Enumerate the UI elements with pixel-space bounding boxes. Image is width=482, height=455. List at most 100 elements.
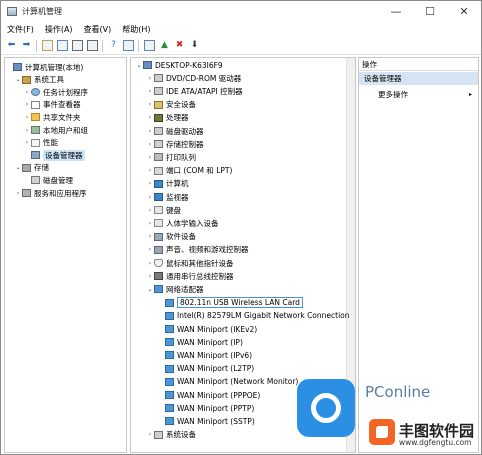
tree-item-label: 本地用户和组: [43, 125, 88, 135]
console-tree-item[interactable]: 磁盘管理: [23, 174, 73, 186]
menu-help[interactable]: 帮助(H): [122, 24, 150, 35]
computer-icon: [13, 63, 22, 71]
device-tree-item[interactable]: ⌄ DESKTOP-K63I6F9: [135, 59, 222, 71]
menu-view[interactable]: 查看(V): [84, 24, 112, 35]
drive-icon: [154, 140, 163, 149]
device-tree-item[interactable]: › 端口 (COM 和 LPT): [146, 165, 233, 177]
chevron-right-icon[interactable]: ›: [146, 88, 154, 95]
chevron-right-icon[interactable]: ›: [146, 128, 154, 135]
watermark-brand: PConline: [365, 383, 431, 401]
console-tree-item[interactable]: › 任务计划程序: [23, 86, 88, 98]
console-tree-item[interactable]: › 本地用户和组: [23, 124, 88, 136]
tree-item-label: 存储: [34, 163, 49, 173]
close-button[interactable]: ✕: [447, 1, 481, 21]
device-tree-item[interactable]: › 监视器: [146, 191, 189, 203]
device-tree-item[interactable]: › 打印队列: [146, 151, 196, 163]
device-tree-item[interactable]: › 鼠标和其他指针设备: [146, 257, 234, 269]
device-tree-item[interactable]: › 系统设备: [146, 429, 196, 441]
export-icon[interactable]: [87, 40, 98, 51]
device-tree-item[interactable]: › 声音、视频和游戏控制器: [146, 244, 249, 256]
chevron-right-icon[interactable]: ›: [23, 89, 31, 96]
disk-icon: [31, 176, 40, 185]
update-driver-icon[interactable]: ▲: [159, 40, 170, 51]
properties-icon[interactable]: [72, 40, 83, 51]
device-tree-item[interactable]: WAN Miniport (PPTP): [157, 402, 254, 414]
up-folder-icon[interactable]: [42, 40, 53, 51]
show-hide-tree-icon[interactable]: [57, 40, 68, 51]
menu-file[interactable]: 文件(F): [7, 24, 34, 35]
chevron-down-icon[interactable]: ⌄: [135, 62, 143, 69]
chevron-right-icon[interactable]: ›: [146, 233, 154, 240]
tree-item-label: 磁盘驱动器: [166, 126, 204, 136]
device-tree-item[interactable]: › 通用串行总线控制器: [146, 270, 234, 282]
chevron-right-icon[interactable]: ›: [146, 260, 154, 267]
chevron-right-icon[interactable]: ›: [23, 139, 31, 146]
chevron-right-icon[interactable]: ›: [146, 114, 154, 121]
menu-action[interactable]: 操作(A): [45, 24, 73, 35]
device-tree-item[interactable]: 802.11n USB Wireless LAN Card: [157, 297, 303, 309]
net-icon: [165, 311, 174, 320]
chevron-right-icon[interactable]: ›: [146, 101, 154, 108]
back-arrow-icon[interactable]: ⬅: [6, 40, 17, 51]
console-tree-item[interactable]: ⌄ 系统工具: [14, 74, 64, 86]
device-tree-item[interactable]: › 处理器: [146, 112, 189, 124]
chevron-right-icon[interactable]: ›: [146, 431, 154, 438]
chevron-down-icon[interactable]: ⌄: [146, 286, 154, 293]
scan-hardware-icon[interactable]: [144, 40, 155, 51]
device-tree-item[interactable]: WAN Miniport (PPPOE): [157, 389, 260, 401]
chevron-right-icon[interactable]: ›: [146, 167, 154, 174]
chevron-right-icon[interactable]: ›: [146, 246, 154, 253]
perf-icon: [31, 138, 40, 147]
chevron-right-icon[interactable]: ›: [146, 75, 154, 82]
device-tree-item[interactable]: WAN Miniport (IP): [157, 336, 243, 348]
device-tree-item[interactable]: › DVD/CD-ROM 驱动器: [146, 72, 241, 84]
help-icon[interactable]: ?: [108, 40, 119, 51]
device-tree-item[interactable]: › IDE ATA/ATAPI 控制器: [146, 85, 243, 97]
console-tree-item[interactable]: › 事件查看器: [23, 99, 81, 111]
maximize-button[interactable]: ☐: [413, 1, 447, 21]
chevron-right-icon[interactable]: ›: [146, 194, 154, 201]
device-tree-item[interactable]: › 安全设备: [146, 99, 196, 111]
chevron-down-icon[interactable]: ⌄: [14, 164, 22, 171]
device-tree-item[interactable]: WAN Miniport (Network Monitor): [157, 376, 298, 388]
tree-item-label: IDE ATA/ATAPI 控制器: [166, 86, 243, 96]
action-view-icon[interactable]: [123, 40, 134, 51]
device-tree-item[interactable]: ⌄ 网络适配器: [146, 283, 203, 295]
chevron-right-icon[interactable]: ›: [23, 114, 31, 121]
uninstall-icon[interactable]: ✖: [174, 40, 185, 51]
net-icon: [165, 404, 174, 413]
console-tree-item[interactable]: 计算机管理(本地): [5, 61, 83, 73]
device-tree-item[interactable]: WAN Miniport (IPv6): [157, 349, 252, 361]
console-tree-item[interactable]: › 共享文件夹: [23, 111, 81, 123]
chevron-right-icon[interactable]: ›: [146, 207, 154, 214]
chevron-right-icon[interactable]: ›: [23, 127, 31, 134]
device-tree-item[interactable]: › 人体学输入设备: [146, 217, 219, 229]
more-actions-item[interactable]: 更多操作 ▸: [359, 88, 478, 100]
device-tree-item[interactable]: › 存储控制器: [146, 138, 204, 150]
forward-arrow-icon[interactable]: ➡: [21, 40, 32, 51]
chevron-right-icon[interactable]: ›: [14, 190, 22, 197]
enable-device-icon[interactable]: ⬇: [189, 40, 200, 51]
device-tree-item[interactable]: WAN Miniport (IKEv2): [157, 323, 257, 335]
chevron-down-icon[interactable]: ⌄: [14, 76, 22, 83]
tree-item-label: 安全设备: [166, 100, 196, 110]
device-tree-item[interactable]: › 计算机: [146, 178, 189, 190]
device-tree-item[interactable]: Intel(R) 82579LM Gigabit Network Connect…: [157, 310, 350, 322]
chevron-right-icon[interactable]: ›: [146, 220, 154, 227]
console-tree-item[interactable]: › 性能: [23, 137, 58, 149]
device-tree-item[interactable]: WAN Miniport (L2TP): [157, 363, 254, 375]
chevron-right-icon[interactable]: ›: [146, 141, 154, 148]
chevron-right-icon[interactable]: ›: [23, 101, 31, 108]
minimize-button[interactable]: —: [379, 1, 413, 21]
device-tree-item[interactable]: › 键盘: [146, 204, 181, 216]
console-tree-item[interactable]: › 服务和应用程序: [14, 187, 87, 199]
actions-device-manager[interactable]: 设备管理器: [359, 72, 478, 85]
device-tree-item[interactable]: › 磁盘驱动器: [146, 125, 204, 137]
chevron-right-icon[interactable]: ›: [146, 180, 154, 187]
console-tree-item[interactable]: ⌄ 存储: [14, 162, 49, 174]
device-tree-item[interactable]: WAN Miniport (SSTP): [157, 415, 255, 427]
console-tree-item[interactable]: 设备管理器: [23, 149, 85, 161]
chevron-right-icon[interactable]: ›: [146, 154, 154, 161]
chevron-right-icon[interactable]: ›: [146, 273, 154, 280]
device-tree-item[interactable]: › 软件设备: [146, 231, 196, 243]
